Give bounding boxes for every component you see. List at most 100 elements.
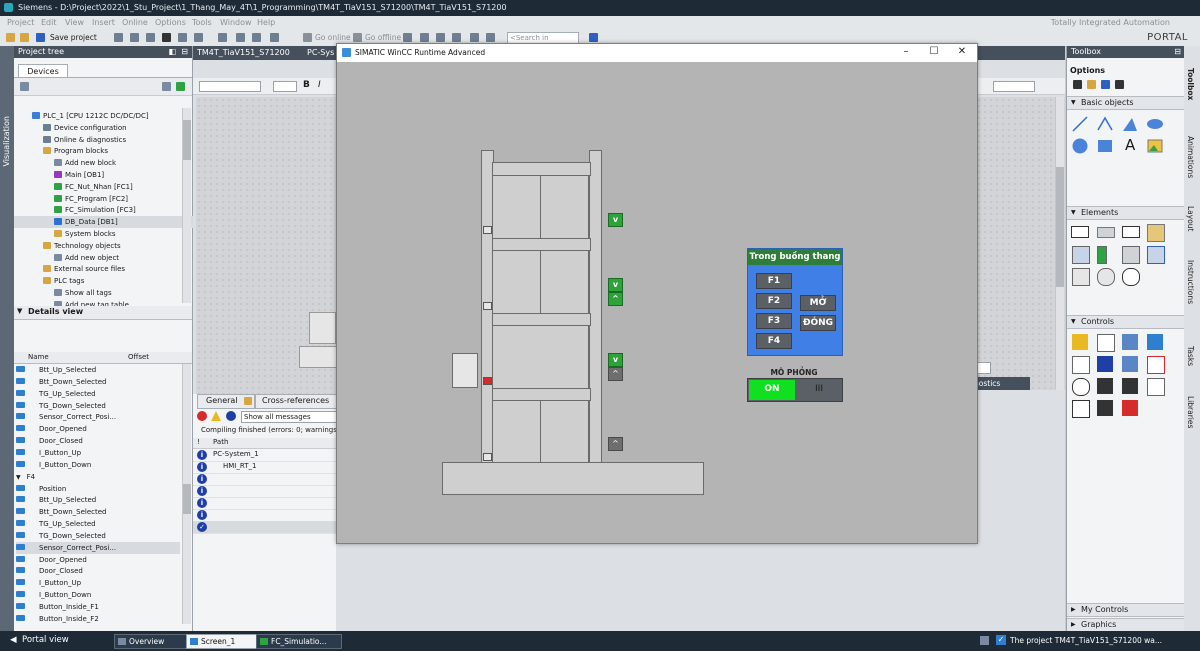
detail-row[interactable]: TG_Up_Selected (16, 518, 96, 530)
message-filter-select[interactable]: Show all messages (241, 411, 337, 423)
tree-item[interactable]: FC_Program [FC2] (54, 193, 128, 205)
size-select[interactable] (273, 81, 297, 92)
cabin-f1-button[interactable]: F1 (756, 273, 792, 289)
sm-icon[interactable] (1097, 378, 1113, 394)
menu-window[interactable]: Window (220, 18, 252, 27)
task-tab-tasks[interactable]: Tasks (1186, 346, 1195, 366)
tree-item[interactable]: PLC tags (43, 275, 84, 287)
tab-cross-references[interactable]: Cross-references (255, 394, 337, 409)
detail-row[interactable]: Button_Inside_F1 (16, 601, 99, 613)
detail-row[interactable]: Btt_Down_Selected (16, 506, 106, 518)
camera-view-icon[interactable] (1097, 400, 1113, 416)
detail-row[interactable]: Btt_Up_Selected (16, 494, 96, 506)
simulation-toggle[interactable]: ON III (747, 378, 843, 402)
undo-icon[interactable] (178, 33, 187, 42)
controls-section[interactable]: ▼ Controls (1067, 315, 1185, 329)
detail-row[interactable]: Door_Opened (16, 554, 87, 566)
detail-row[interactable]: I_Button_Up (16, 447, 81, 459)
split-vertical-icon[interactable] (486, 33, 495, 42)
toolbox-pin-icon[interactable]: ⊟ (1174, 47, 1181, 56)
close-button[interactable]: ✕ (955, 46, 969, 58)
detail-row[interactable]: Door_Closed (16, 435, 83, 447)
stop-cpu-icon[interactable] (436, 33, 445, 42)
detail-row[interactable]: Button_Inside_F2 (16, 613, 99, 625)
parameter-view-icon[interactable] (1072, 400, 1090, 418)
font-select[interactable] (199, 81, 261, 92)
download-icon[interactable] (236, 33, 245, 42)
maximize-button[interactable]: ☐ (927, 46, 941, 58)
go-offline-icon[interactable] (353, 33, 362, 42)
detail-row[interactable]: TG_Down_Selected (16, 530, 106, 542)
bold-button[interactable]: B (303, 80, 310, 90)
save-icon[interactable] (36, 33, 45, 42)
pdf-view-icon[interactable] (1122, 400, 1138, 416)
redo-icon[interactable] (194, 33, 203, 42)
gauge-icon[interactable] (1097, 268, 1115, 286)
status-force-icon[interactable] (1072, 378, 1090, 396)
save-button[interactable]: Save project (50, 33, 97, 42)
copy-icon[interactable] (130, 33, 139, 42)
graphic-io-icon[interactable] (1147, 224, 1165, 242)
tree-refresh-icon[interactable] (176, 82, 185, 91)
tree-item[interactable]: Program blocks (43, 145, 108, 157)
sysdiag-view-icon[interactable] (1097, 356, 1113, 372)
split-horizontal-icon[interactable] (470, 33, 479, 42)
tree-item[interactable]: FC_Nut_Nhan [FC1] (54, 181, 133, 193)
portal-view-button[interactable]: ◀ Portal view (8, 634, 69, 647)
call-up-button-f3[interactable]: ^ (608, 292, 623, 306)
menu-tools[interactable]: Tools (192, 18, 212, 27)
cabin-f2-button[interactable]: F2 (756, 293, 792, 309)
task-tab-animations[interactable]: Animations (1186, 136, 1195, 178)
paste-icon[interactable] (146, 33, 155, 42)
new-project-icon[interactable] (6, 33, 15, 42)
right-toolbar-select[interactable] (993, 81, 1035, 92)
task-tab-libraries[interactable]: Libraries (1186, 396, 1195, 428)
elements-section[interactable]: ▼ Elements (1067, 206, 1185, 220)
detail-row[interactable]: Sensor_Correct_Posi... (16, 411, 116, 423)
circle-tool-icon[interactable] (1072, 138, 1088, 154)
menu-view[interactable]: View (65, 18, 84, 27)
tree-item[interactable]: Device configuration (43, 122, 127, 134)
symbolic-io-icon[interactable] (1122, 226, 1140, 238)
toggle-on-segment[interactable]: ON (749, 380, 795, 400)
cabin-f3-button[interactable]: F3 (756, 313, 792, 329)
menu-help[interactable]: Help (257, 18, 275, 27)
tree-item[interactable]: Add new object (54, 252, 119, 264)
info-filter-icon[interactable] (226, 411, 236, 421)
detail-row[interactable]: Position (16, 483, 66, 495)
detail-row[interactable]: Door_Closed (16, 565, 83, 577)
menu-online[interactable]: Online (122, 18, 148, 27)
tree-item[interactable]: Online & diagnostics (43, 134, 126, 146)
tree-item[interactable]: DB_Data [DB1] (14, 216, 204, 229)
collapse-panel-icon[interactable]: ◧ (168, 47, 176, 56)
pin-panel-icon[interactable]: ⊟ (181, 47, 188, 56)
menu-insert[interactable]: Insert (92, 18, 115, 27)
minimize-button[interactable]: – (899, 46, 913, 58)
italic-button[interactable]: I (318, 80, 321, 90)
call-down-button-f4[interactable]: v (608, 213, 623, 227)
door-close-button[interactable]: ĐÓNG (800, 315, 836, 331)
polygon-tool-icon[interactable] (1122, 116, 1138, 132)
warning-filter-icon[interactable] (211, 411, 221, 421)
basic-objects-section[interactable]: ▼ Basic objects (1067, 96, 1185, 110)
recipe-view-icon[interactable] (1072, 356, 1090, 374)
cabin-f4-button[interactable]: F4 (756, 333, 792, 349)
col-offset[interactable]: Offset (128, 353, 149, 361)
canvas-object-rect2[interactable] (299, 346, 337, 368)
go-offline-button[interactable]: Go offline (365, 33, 401, 42)
delete-icon[interactable] (162, 33, 171, 42)
grid-icon[interactable] (1115, 80, 1124, 89)
canvas-object-rect1[interactable] (309, 312, 336, 344)
switch-icon[interactable] (1122, 246, 1140, 264)
detail-row[interactable]: Btt_Up_Selected (16, 364, 96, 376)
editor-tab-pcsys[interactable]: PC-Sys (307, 48, 334, 57)
detail-row[interactable]: ▼ F4 (16, 471, 35, 483)
date-time-icon[interactable] (1072, 246, 1090, 264)
graphic-view-tool-icon[interactable] (1147, 138, 1163, 154)
tree-item[interactable]: Technology objects (43, 240, 121, 252)
tree-item[interactable]: Add new block (54, 157, 116, 169)
accessible-devices-icon[interactable] (403, 33, 412, 42)
tree-item[interactable]: Main [OB1] (54, 169, 104, 181)
tab-general[interactable]: General (197, 394, 255, 409)
detail-row[interactable]: TG_Up_Selected (16, 388, 96, 400)
